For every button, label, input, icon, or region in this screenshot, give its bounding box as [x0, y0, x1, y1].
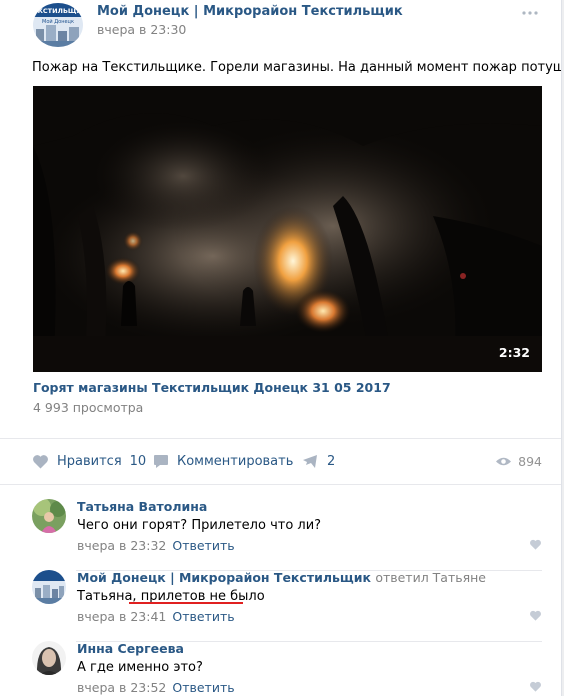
video-views: 4 993 просмотра: [33, 400, 144, 415]
comment-item: Инна Сергеева А где именно это? вчера в …: [0, 641, 561, 696]
video-duration: 2:32: [498, 345, 530, 360]
comment-label: Комментировать: [177, 454, 294, 469]
post-card: ТЕКСТИЛЬЩИК Мой Донецк Мой Донецк | Микр…: [0, 0, 562, 696]
comment-reply-to[interactable]: ответил Татьяне: [375, 570, 486, 585]
more-icon[interactable]: [522, 4, 538, 20]
post-text: Пожар на Текстильщике. Горели магазины. …: [32, 60, 562, 75]
comment-meta: вчера в 23:32 Ответить: [77, 538, 235, 553]
comment-author[interactable]: Мой Донецк | Микрорайон Текстильщик: [77, 570, 371, 585]
avatar-text-top: ТЕКСТИЛЬЩИК: [33, 7, 83, 15]
commenter-avatar[interactable]: [32, 499, 66, 533]
video-player[interactable]: 2:32: [33, 86, 542, 372]
comment-meta: вчера в 23:52 Ответить: [77, 680, 235, 695]
comment-date[interactable]: вчера в 23:32: [77, 538, 166, 553]
comment-text: А где именно это?: [77, 660, 203, 675]
share-button[interactable]: 2: [302, 454, 335, 469]
video-thumbnail: [33, 86, 542, 372]
reply-link[interactable]: Ответить: [172, 538, 234, 553]
views-counter: 894: [495, 454, 542, 469]
comment-like-icon[interactable]: [529, 610, 542, 621]
video-title[interactable]: Горят магазины Текстильщик Донецк 31 05 …: [33, 380, 391, 395]
comment-date[interactable]: вчера в 23:52: [77, 680, 166, 695]
commenter-avatar[interactable]: [32, 570, 66, 604]
post-header: ТЕКСТИЛЬЩИК Мой Донецк Мой Донецк | Микр…: [0, 0, 561, 50]
comment-author[interactable]: Татьяна Ватолина: [77, 499, 207, 514]
comment-author-line: Мой Донецк | Микрорайон Текстильщик отве…: [77, 570, 486, 585]
post-actions: Нравится 10 Комментировать 2 894: [0, 438, 561, 484]
share-icon: [302, 454, 319, 469]
post-date[interactable]: вчера в 23:30: [97, 22, 186, 37]
avatar-text-bottom: Мой Донецк: [42, 18, 74, 25]
comment-text: Чего они горят? Прилетело что ли?: [77, 518, 322, 533]
heart-icon: [32, 454, 49, 469]
red-underline-annotation: [129, 602, 243, 604]
comment-icon: [153, 454, 169, 469]
comment-button[interactable]: Комментировать: [153, 454, 293, 469]
like-button[interactable]: Нравится 10: [32, 454, 146, 469]
post-author[interactable]: Мой Донецк | Микрорайон Текстильщик: [97, 4, 403, 19]
eye-icon: [495, 456, 512, 467]
share-count: 2: [327, 454, 336, 469]
reply-link[interactable]: Ответить: [172, 609, 234, 624]
reply-link[interactable]: Ответить: [172, 680, 234, 695]
commenter-avatar[interactable]: [32, 641, 66, 675]
comment-like-icon[interactable]: [529, 681, 542, 692]
like-count: 10: [129, 454, 147, 469]
community-avatar[interactable]: ТЕКСТИЛЬЩИК Мой Донецк: [33, 3, 83, 47]
comment-meta: вчера в 23:41 Ответить: [77, 609, 235, 624]
comment-item: Мой Донецк | Микрорайон Текстильщик отве…: [0, 570, 561, 642]
comment-date[interactable]: вчера в 23:41: [77, 609, 166, 624]
views-count: 894: [518, 454, 542, 469]
comment-like-icon[interactable]: [529, 539, 542, 550]
comment-item: Татьяна Ватолина Чего они горят? Прилете…: [0, 499, 561, 571]
comment-author[interactable]: Инна Сергеева: [77, 641, 184, 656]
comments-section: Татьяна Ватолина Чего они горят? Прилете…: [0, 484, 561, 695]
like-label: Нравится: [57, 454, 122, 469]
